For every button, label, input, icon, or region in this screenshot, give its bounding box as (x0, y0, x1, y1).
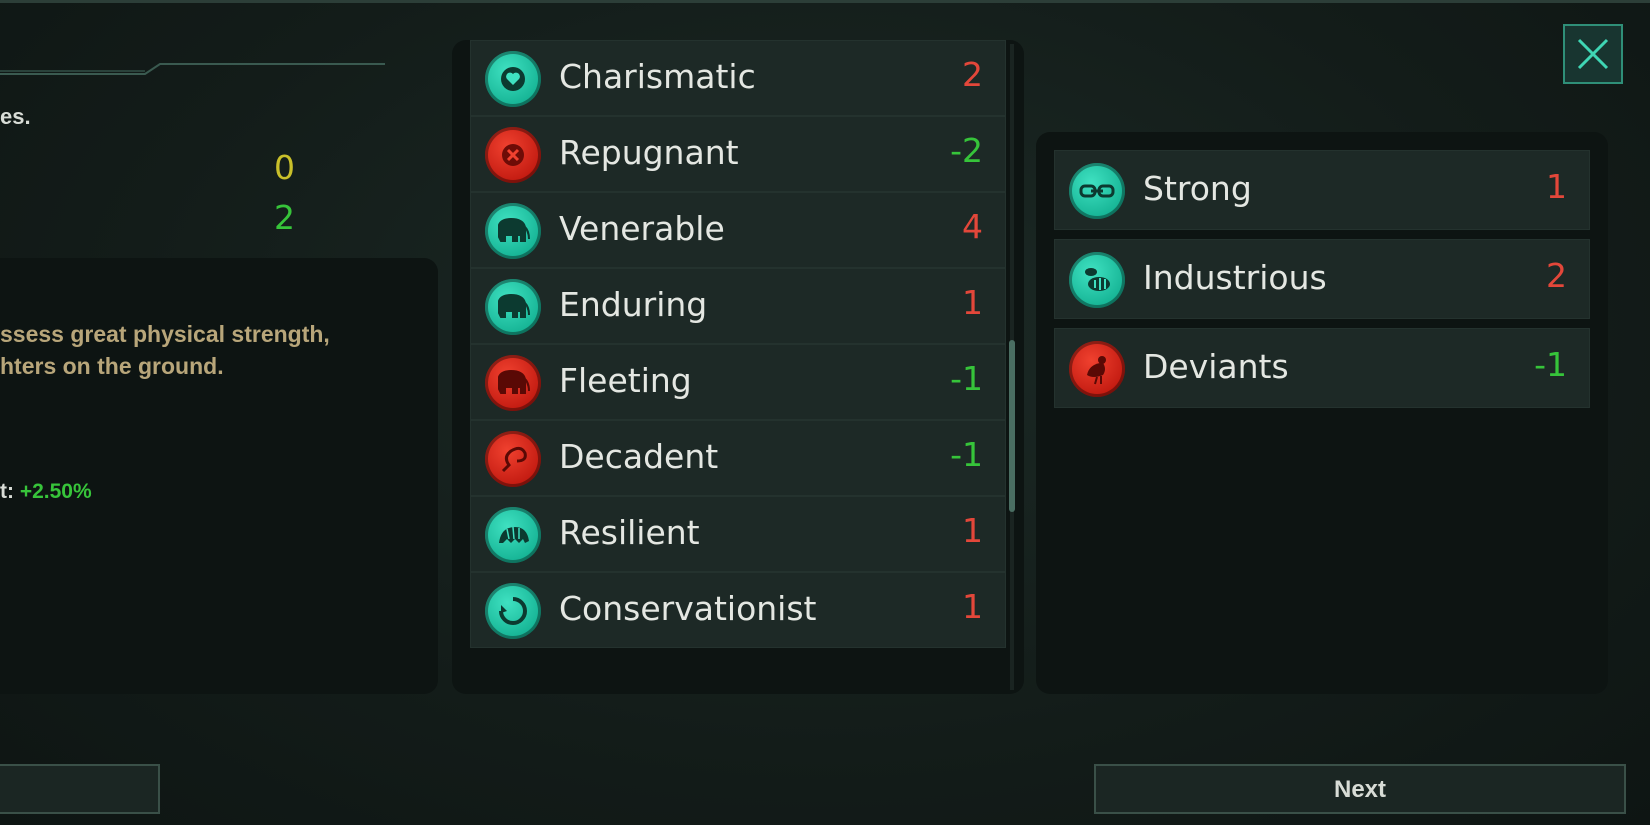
next-button-label: Next (1333, 776, 1387, 803)
available-traits-list: Charismatic 2 Repugnant -2 Venerable 4 E… (452, 40, 1024, 694)
trait-row-conservationist[interactable]: Conservationist 1 (470, 572, 1006, 648)
trait-cost: -1 (950, 359, 983, 398)
trait-name: Deviants (1143, 347, 1289, 386)
trait-name: Charismatic (559, 57, 756, 96)
trait-row-decadent[interactable]: Decadent -1 (470, 420, 1006, 496)
trait-row-resilient[interactable]: Resilient 1 (470, 496, 1006, 572)
scrollbar-thumb[interactable] (1009, 340, 1015, 512)
trait-cost: 2 (1546, 256, 1567, 295)
bonus-value: +2.50% (19, 480, 92, 503)
trait-row-venerable[interactable]: Venerable 4 (470, 192, 1006, 268)
trait-name: Fleeting (559, 361, 692, 400)
top-border (0, 0, 1650, 3)
trait-cost: -1 (1534, 345, 1567, 384)
recycle-icon (485, 583, 541, 639)
trait-bonus: t: +2.50% (0, 480, 92, 504)
trait-description: ssess great physical strength, hters on … (0, 318, 430, 382)
bee-icon (1069, 252, 1125, 308)
elephant-icon (485, 279, 541, 335)
close-icon (1577, 38, 1609, 70)
bird-icon (1069, 341, 1125, 397)
armadillo-icon (485, 507, 541, 563)
trait-cost: -1 (950, 435, 983, 474)
selected-trait-deviants[interactable]: Deviants -1 (1054, 328, 1590, 408)
trait-name: Strong (1143, 169, 1252, 208)
description-line: hters on the ground. (0, 353, 224, 379)
heart-icon (485, 51, 541, 107)
trait-name: Enduring (559, 285, 708, 324)
trait-cost: -2 (950, 131, 983, 170)
trait-row-charismatic[interactable]: Charismatic 2 (470, 40, 1006, 116)
trait-cost: 1 (1546, 167, 1567, 206)
trait-cost: 1 (962, 511, 983, 550)
trait-row-enduring[interactable]: Enduring 1 (470, 268, 1006, 344)
trait-row-repugnant[interactable]: Repugnant -2 (470, 116, 1006, 192)
trait-name: Resilient (559, 513, 700, 552)
elephant-icon (485, 203, 541, 259)
description-line: ssess great physical strength, (0, 321, 330, 347)
trait-name: Decadent (559, 437, 719, 476)
trait-cost: 1 (962, 283, 983, 322)
trait-cost: 2 (962, 55, 983, 94)
trait-cost: 4 (962, 207, 983, 246)
trait-points-value: 0 (274, 148, 295, 187)
chain-icon (1069, 163, 1125, 219)
next-button[interactable]: Next (1094, 764, 1626, 814)
header-deco-line (0, 63, 385, 75)
selected-trait-strong[interactable]: Strong 1 (1054, 150, 1590, 230)
trait-name: Industrious (1143, 258, 1327, 297)
trait-picks-value: 2 (274, 198, 295, 237)
trait-name: Conservationist (559, 589, 817, 628)
trait-name: Venerable (559, 209, 725, 248)
back-button[interactable] (0, 764, 160, 814)
selected-trait-industrious[interactable]: Industrious 2 (1054, 239, 1590, 319)
left-text-fragment: es. (0, 104, 31, 129)
trait-row-fleeting[interactable]: Fleeting -1 (470, 344, 1006, 420)
trait-cost: 1 (962, 587, 983, 626)
whip-icon (485, 431, 541, 487)
bonus-label: t: (0, 480, 14, 503)
elephant-icon (485, 355, 541, 411)
x-icon (485, 127, 541, 183)
close-button[interactable] (1563, 24, 1623, 84)
trait-name: Repugnant (559, 133, 739, 172)
